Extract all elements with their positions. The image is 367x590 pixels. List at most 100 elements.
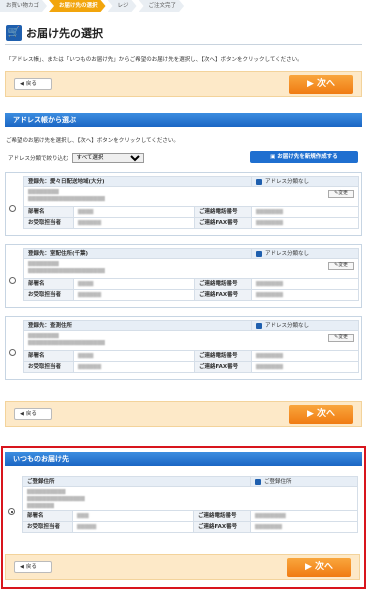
dept-value: ▇▇▇▇ — [78, 281, 94, 287]
address-card[interactable]: 登録先：查測住所 アドレス分類なし ▇▇▇▇▇▇▇▇ ▇▇▇▇▇▇▇▇▇▇▇▇▇▇… — [5, 316, 362, 380]
address-text: ▇▇▇▇▇▇▇▇ ▇▇▇▇▇▇▇▇▇▇▇▇▇▇▇▇▇▇▇▇ ✎変更 — [23, 259, 359, 279]
fax-value: ▇▇▇▇▇▇▇ — [255, 524, 282, 530]
next-label: 次へ — [317, 79, 336, 89]
phone-label: ご連絡電話番号 — [194, 351, 252, 361]
address-text: ▇▇▇▇▇▇▇▇ ▇▇▇▇▇▇▇▇▇▇▇▇▇▇▇▇▇▇▇▇ ✎変更 — [23, 187, 359, 207]
right-arrow-icon: ▶ — [306, 409, 318, 419]
step-register: レジ — [108, 0, 137, 12]
fax-label: ご連絡FAX番号 — [193, 522, 251, 532]
card-header: ご登録住所 ご登録住所 — [22, 476, 358, 487]
fax-value: ▇▇▇▇▇▇▇ — [256, 364, 283, 370]
next-label: 次へ — [317, 409, 336, 419]
person-value: ▇▇▇▇▇ — [77, 524, 97, 530]
edit-button[interactable]: ✎変更 — [328, 262, 354, 270]
phone-value: ▇▇▇▇▇▇▇ — [256, 281, 283, 287]
address-filter: アドレス分類で絞り込む すべて選択 — [8, 153, 144, 163]
dept-label: 部署名 — [24, 351, 74, 361]
dept-value: ▇▇▇ — [77, 513, 89, 519]
person-label: お受取担当者 — [24, 290, 74, 300]
phone-value: ▇▇▇▇▇▇▇▇ — [255, 513, 286, 519]
card-header: 登録先：室配住所(千葉) アドレス分類なし — [23, 248, 359, 259]
step-complete: ご注文完了 — [139, 0, 185, 12]
category-icon — [256, 322, 262, 329]
category-icon — [256, 250, 262, 257]
right-arrow-icon: ▶ — [306, 79, 318, 89]
usual-destination-header: いつものお届け先 — [5, 452, 362, 466]
fax-label: ご連絡FAX番号 — [194, 218, 252, 228]
phone-value: ▇▇▇▇▇▇▇ — [256, 353, 283, 359]
address-card[interactable]: 登録先：室配住所(千葉) アドレス分類なし ▇▇▇▇▇▇▇▇ ▇▇▇▇▇▇▇▇▇▇… — [5, 244, 362, 308]
address-text: ▇▇▇▇▇▇▇▇▇▇ ▇▇▇▇▇▇▇▇▇▇▇▇▇▇▇ ▇▇▇▇▇▇▇ — [22, 487, 358, 511]
new-address-button[interactable]: ▣ お届け先を新規作成する — [250, 151, 358, 163]
address-radio[interactable] — [9, 349, 16, 356]
filter-label: アドレス分類で絞り込む — [8, 156, 69, 162]
next-button[interactable]: ▶ 次へ — [289, 405, 353, 424]
category-icon — [256, 178, 262, 185]
cart-icon: 🛒 — [6, 25, 22, 41]
phone-label: ご連絡電話番号 — [194, 207, 252, 217]
left-arrow-icon: ◀ — [20, 564, 24, 570]
left-arrow-icon: ◀ — [20, 81, 24, 87]
card-header: 登録先：查測住所 アドレス分類なし — [23, 320, 359, 331]
fax-label: ご連絡FAX番号 — [194, 362, 252, 372]
address-text: ▇▇▇▇▇▇▇▇ ▇▇▇▇▇▇▇▇▇▇▇▇▇▇▇▇▇▇▇▇ ✎変更 — [23, 331, 359, 351]
back-label: 戻る — [25, 411, 37, 417]
card-title: 登録先：查測住所 — [24, 321, 252, 330]
back-button[interactable]: ◀ 戻る — [14, 561, 52, 573]
person-value: ▇▇▇▇▇▇ — [78, 220, 102, 226]
dept-label: 部署名 — [24, 279, 74, 289]
phone-value: ▇▇▇▇▇▇▇ — [256, 209, 283, 215]
person-label: お受取担当者 — [23, 522, 73, 532]
person-label: お受取担当者 — [24, 218, 74, 228]
card-category: ご登録住所 — [264, 478, 292, 485]
usual-address-card[interactable]: ご登録住所 ご登録住所 ▇▇▇▇▇▇▇▇▇▇ ▇▇▇▇▇▇▇▇▇▇▇▇▇▇▇ ▇▇▇… — [5, 472, 362, 540]
address-card[interactable]: 登録先：愛々日配送地域(大分) アドレス分類なし ▇▇▇▇▇▇▇▇ ▇▇▇▇▇▇▇… — [5, 172, 362, 236]
address-book-header: アドレス帳から選ぶ — [5, 113, 362, 127]
nav-box-middle: ◀ 戻る ▶ 次へ — [5, 401, 362, 427]
next-button[interactable]: ▶ 次へ — [289, 75, 353, 94]
card-header: 登録先：愛々日配送地域(大分) アドレス分類なし — [23, 176, 359, 187]
address-radio[interactable] — [9, 277, 16, 284]
back-button[interactable]: ◀ 戻る — [14, 78, 52, 90]
card-title: 登録先：室配住所(千葉) — [24, 249, 252, 258]
dept-value: ▇▇▇▇ — [78, 209, 94, 215]
dept-label: 部署名 — [23, 511, 73, 521]
back-button[interactable]: ◀ 戻る — [14, 408, 52, 420]
step-delivery-select: お届け先の選択 — [49, 0, 106, 12]
edit-button[interactable]: ✎変更 — [328, 334, 354, 342]
address-book-desc: ご希望のお届け先を選択し、【次へ】ボタンをクリックしてください。 — [6, 138, 179, 144]
fax-label: ご連絡FAX番号 — [194, 290, 252, 300]
person-label: お受取担当者 — [24, 362, 74, 372]
intro-text: 「アドレス帳」、または「いつものお届け先」からご希望のお届け先を選択し、【次へ】… — [6, 57, 303, 63]
nav-box-top: ◀ 戻る ▶ 次へ — [5, 71, 362, 97]
person-value: ▇▇▇▇▇▇ — [78, 364, 102, 370]
next-button[interactable]: ▶ 次へ — [287, 558, 351, 577]
back-label: 戻る — [25, 564, 37, 570]
nav-box-bottom: ◀ 戻る ▶ 次へ — [5, 554, 360, 580]
right-arrow-icon: ▶ — [304, 562, 316, 572]
left-arrow-icon: ◀ — [20, 411, 24, 417]
fax-value: ▇▇▇▇▇▇▇ — [256, 220, 283, 226]
page-title-area: 🛒 お届け先の選択 — [6, 25, 103, 41]
usual-address-radio[interactable] — [8, 508, 15, 515]
edit-button[interactable]: ✎変更 — [328, 190, 354, 198]
dept-value: ▇▇▇▇ — [78, 353, 94, 359]
step-cart: お買い物カゴ — [0, 0, 47, 12]
checkout-steps: お買い物カゴ お届け先の選択 レジ ご注文完了 — [0, 0, 186, 12]
phone-label: ご連絡電話番号 — [193, 511, 251, 521]
category-icon — [255, 478, 261, 485]
back-label: 戻る — [25, 81, 37, 87]
card-category: アドレス分類なし — [265, 178, 310, 185]
person-value: ▇▇▇▇▇▇ — [78, 292, 102, 298]
card-category: アドレス分類なし — [265, 322, 310, 329]
phone-label: ご連絡電話番号 — [194, 279, 252, 289]
fax-value: ▇▇▇▇▇▇▇ — [256, 292, 283, 298]
card-title: 登録先：愛々日配送地域(大分) — [24, 177, 252, 186]
card-category: アドレス分類なし — [265, 250, 310, 257]
filter-select[interactable]: すべて選択 — [71, 153, 144, 163]
new-address-label: お届け先を新規作成する — [277, 154, 338, 160]
next-label: 次へ — [315, 562, 334, 572]
card-title: ご登録住所 — [23, 477, 251, 486]
title-divider — [5, 44, 362, 45]
address-radio[interactable] — [9, 205, 16, 212]
